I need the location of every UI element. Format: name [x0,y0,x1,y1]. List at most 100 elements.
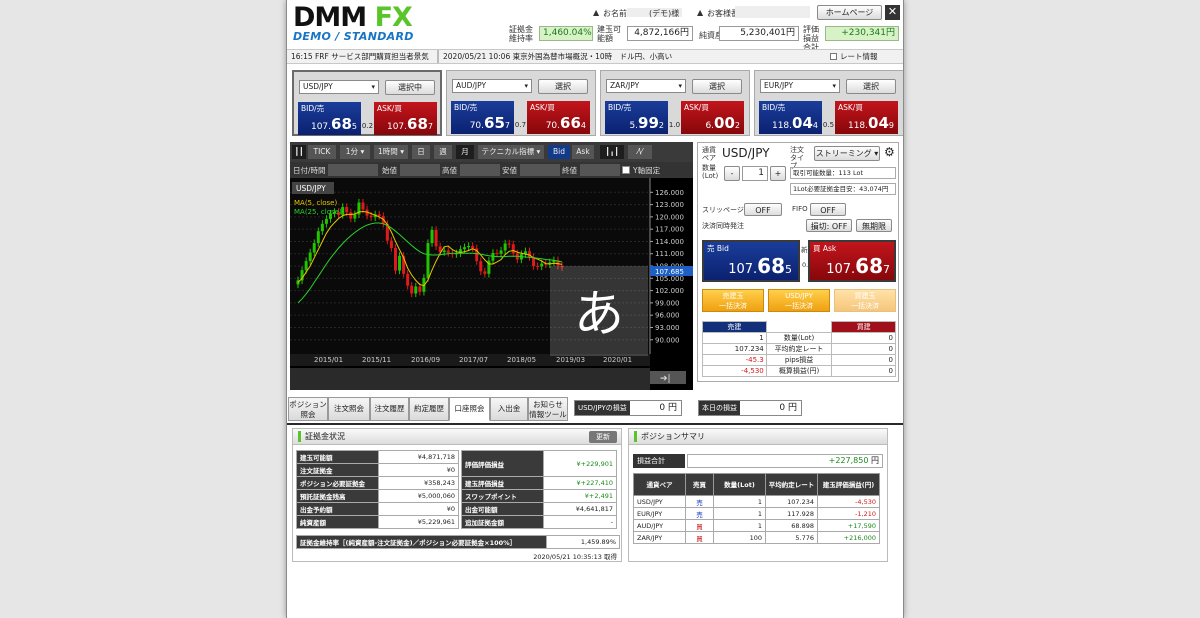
candle-body [312,243,316,253]
sell-close-all-button[interactable]: 売建玉 一括決済 [702,289,764,312]
price-chart[interactable]: 126.000 123.000 120.000 117.000 114.000 111.0… [290,178,693,390]
bid-frac: 7 [504,121,510,130]
pair-select[interactable]: AUD/JPY ▾ [452,79,532,93]
summary-side: 買 [685,531,714,544]
summary-rate: 5.776 [765,531,818,544]
news-item[interactable]: 16:15 FRF サービス部門購買担当者景気 [291,50,437,63]
pair-pl-label: USD/JPYの損益 [575,401,630,415]
ask-frac: 9 [888,121,894,130]
candle-icon[interactable]: ┃┃ [292,145,306,159]
candlestick-icon[interactable]: ┃╻┃ [600,145,624,159]
tab-2[interactable]: 注文履歴 [370,397,409,421]
candle-body [499,250,503,254]
margin-row: 純資産額 ¥5,229,961 [296,515,459,529]
summary-row[interactable]: USD/JPY 売 1 107.234 -4,530 [633,495,880,508]
ask-price-box[interactable]: ASK/買 118.049 [835,101,898,134]
line-chart-icon[interactable]: ⁄\⁄ [628,145,652,159]
yfix-checkbox[interactable] [622,166,630,174]
ask-price-box[interactable]: ASK/買 70.664 [527,101,590,134]
today-pl-label: 本日の損益 [699,401,740,415]
summary-row[interactable]: EUR/JPY 売 1 117.928 -1,210 [633,507,880,520]
minute-select[interactable]: 1分 ▾ [340,145,370,159]
margin-status-header: 証拠金状況 更新 [293,429,621,445]
tab-5[interactable]: 入出金 [490,397,528,421]
chart-scrollbar[interactable] [290,368,650,390]
order-type-select[interactable]: ストリーミング ▾ [814,146,880,161]
tab-label: ポジション [289,400,327,409]
qty-plus-button[interactable]: + [770,166,786,181]
news-item[interactable]: 2020/05/21 10:06 東京外国為替市場概況・10時 ドル円、小高い [443,50,672,63]
ask-pips: 68 [407,115,428,133]
qty-input[interactable]: 1 [742,166,768,181]
tab-1[interactable]: 注文照会 [328,397,370,421]
summary-qty: 100 [713,531,766,544]
gear-icon[interactable]: ⚙ [884,145,895,159]
summary-pl: +216,000 [817,531,880,544]
mini-table-row: -4,530 概算損益(円) 0 [702,365,896,377]
qty-minus-button[interactable]: - [724,166,740,181]
select-button[interactable]: 選択 [846,79,896,94]
y-tick-label: 117.000 [655,226,684,234]
buy-cell: 0 [831,354,896,366]
summary-row[interactable]: ZAR/JPY 買 100 5.776 +216,000 [633,531,880,544]
summary-row[interactable]: AUD/JPY 買 1 68.898 +17,590 [633,519,880,532]
ask-price-box[interactable]: ASK/買 107.687 [374,102,437,135]
summary-header: 通貨ペア [633,473,686,496]
indicator-select[interactable]: テクニカル指標 ▾ [478,145,544,159]
row-label: 概算損益(円) [765,365,833,377]
day-button[interactable]: 日 [412,145,430,159]
select-button[interactable]: 選択中 [385,80,435,95]
bid-price-box[interactable]: BID/売 70.657 [451,101,514,134]
select-button[interactable]: 選択 [538,79,588,94]
bid-toggle[interactable]: Bid [548,145,570,159]
stop-loss-toggle[interactable]: 損切: OFF [806,219,852,232]
position-summary-header: ポジションサマリ [629,429,887,445]
ask-label: ASK/買 [530,103,555,112]
bid-price-box[interactable]: BID/売 5.992 [605,101,668,134]
buy-close-all-button[interactable]: 買建玉 一括決済 [834,289,896,312]
refresh-button[interactable]: 更新 [589,431,617,443]
pair-select[interactable]: EUR/JPY ▾ [760,79,840,93]
ask-label: ASK/買 [377,104,402,113]
expiry-button[interactable]: 無期限 [856,219,892,232]
ask-toggle[interactable]: Ask [572,145,594,159]
x-tick-label: 2018/05 [507,356,536,364]
margin-value: ¥0 [378,502,459,516]
ticker-panel: AUD/JPY ▾ 選択 BID/売 70.657 ASK/買 70.664 0.7 [446,70,596,136]
open-label: 始値 [382,166,397,175]
margin-row: 出金予約額 ¥0 [296,502,459,516]
bid-price-box[interactable]: BID/売 118.044 [759,101,822,134]
fifo-toggle[interactable]: OFF [810,203,846,216]
scroll-end-icon: ➔| [660,374,671,384]
candle-body [308,252,312,262]
pair-select[interactable]: USD/JPY ▾ [299,80,379,94]
ask-frac: 4 [580,121,586,130]
rate-info-checkbox[interactable] [830,53,837,60]
month-button[interactable]: 月 [456,145,474,159]
pair-select-value: AUD/JPY [456,81,487,90]
tab-0[interactable]: ポジション 照会 [288,397,328,421]
candle-body [393,248,397,271]
pair-select[interactable]: ZAR/JPY ▾ [606,79,686,93]
tab-4[interactable]: 口座照会 [449,397,490,421]
margin-row: 建玉可能額 ¥4,871,718 [296,450,459,464]
close-icon[interactable]: ✕ [885,5,900,20]
margin-key: 建玉評価損益 [461,476,544,490]
tab-3[interactable]: 約定履歴 [409,397,449,421]
select-button[interactable]: 選択 [692,79,742,94]
tick-button[interactable]: TICK [308,145,336,159]
ask-price-box[interactable]: ASK/買 6.002 [681,101,744,134]
week-button[interactable]: 週 [434,145,452,159]
sell-bid-button[interactable]: 売 Bid 107.685 [702,240,800,282]
pair-close-all-button[interactable]: USD/JPY 一括決済 [768,289,830,312]
homepage-button[interactable]: ホームページ [817,5,882,20]
bid-price-box[interactable]: BID/売 107.685 [298,102,361,135]
bid-pips: 68 [331,115,352,133]
margin-row: 注文証拠金 ¥0 [296,463,459,477]
slippage-toggle[interactable]: OFF [744,203,782,216]
hour-select[interactable]: 1時間 ▾ [374,145,408,159]
buy-ask-button[interactable]: 買 Ask 107.687 [808,240,896,282]
y-tick-label: 96.000 [655,312,680,320]
customer-number-masked [735,6,810,18]
tab-6[interactable]: お知らせ 情報ツール [528,397,568,421]
